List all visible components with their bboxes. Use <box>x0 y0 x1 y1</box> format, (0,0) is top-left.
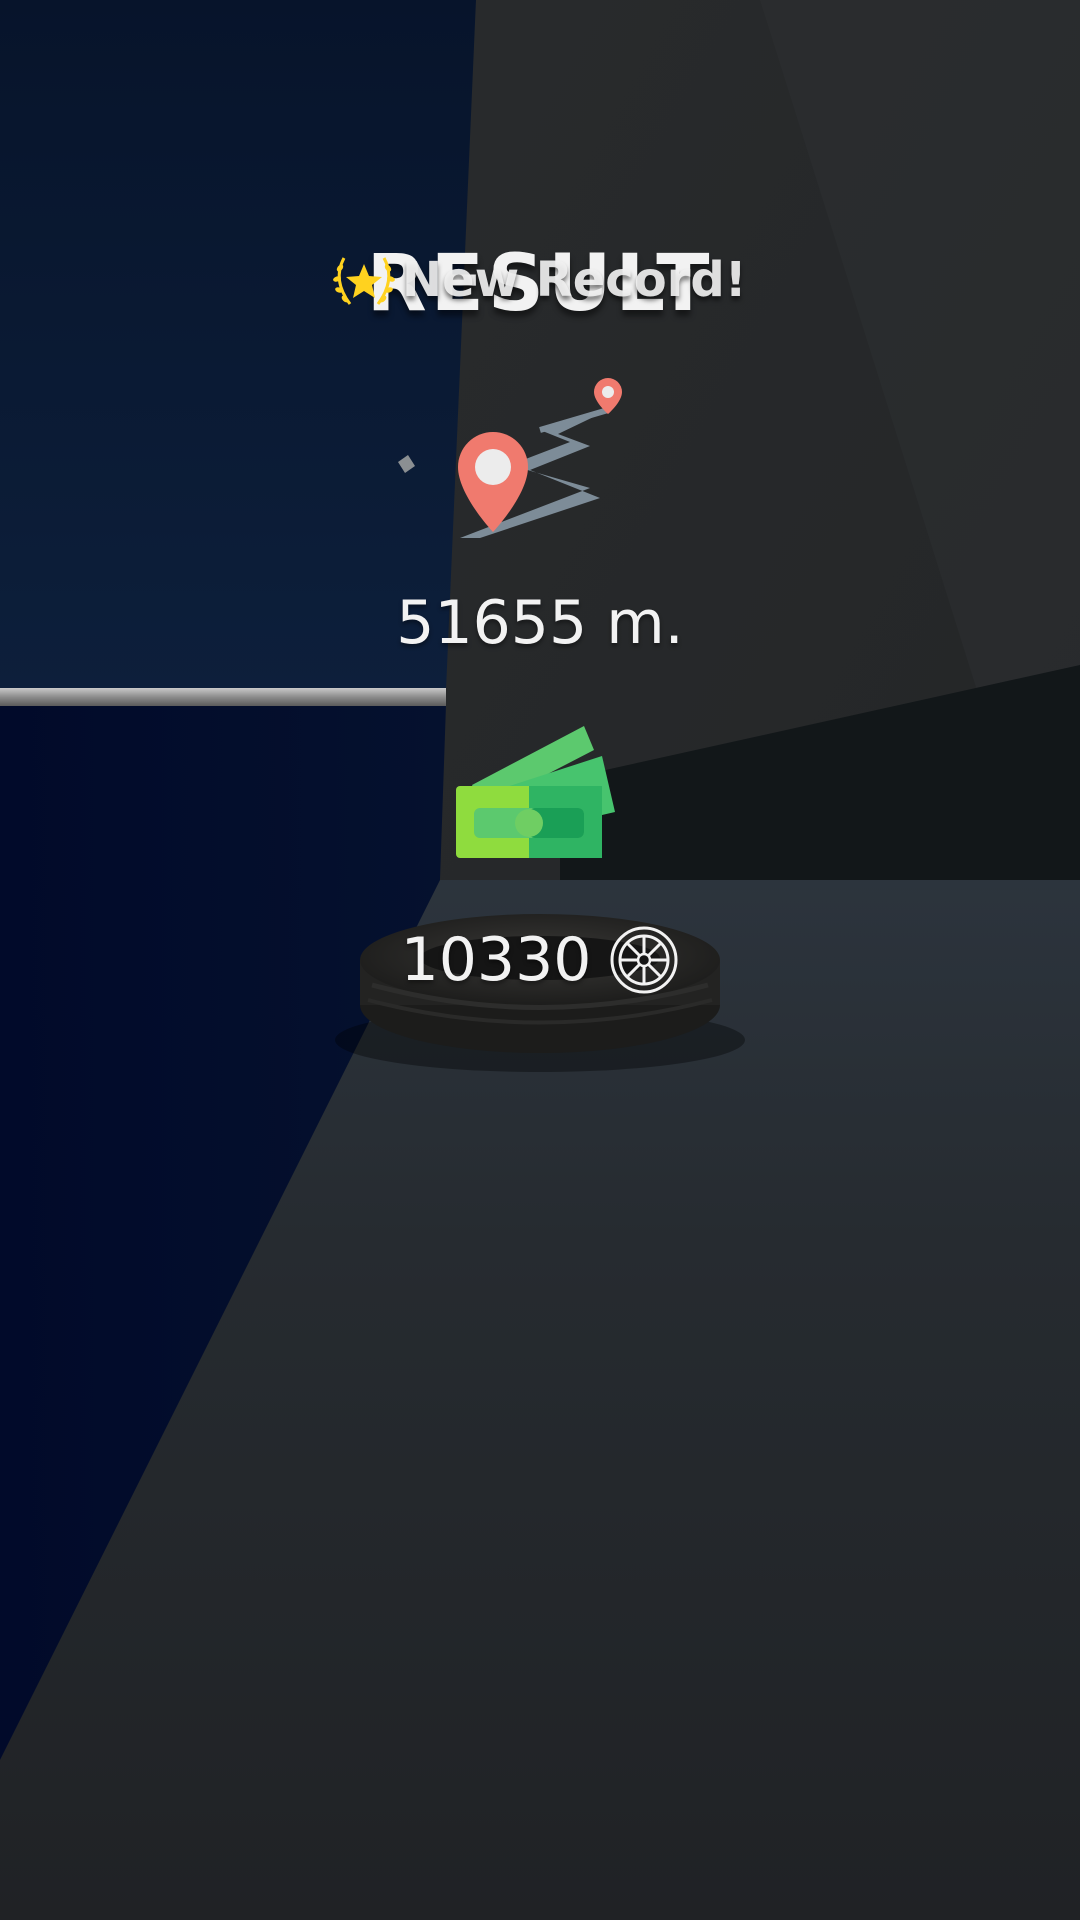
coins-row: 10330 <box>0 925 1080 995</box>
distance-value: 51655 m. <box>396 588 684 658</box>
route-map-pin-icon <box>458 378 622 538</box>
new-record-badge: New Record! <box>330 245 747 315</box>
money-banknotes-icon <box>456 726 615 858</box>
game-result-screen: RESULT New Record! 51655 m. 10330 <box>0 0 1080 1920</box>
laurel-star-icon <box>333 257 395 305</box>
coins-value: 10330 <box>400 925 592 995</box>
wheel-rim-icon <box>610 926 678 994</box>
new-record-label: New Record! <box>402 252 747 308</box>
